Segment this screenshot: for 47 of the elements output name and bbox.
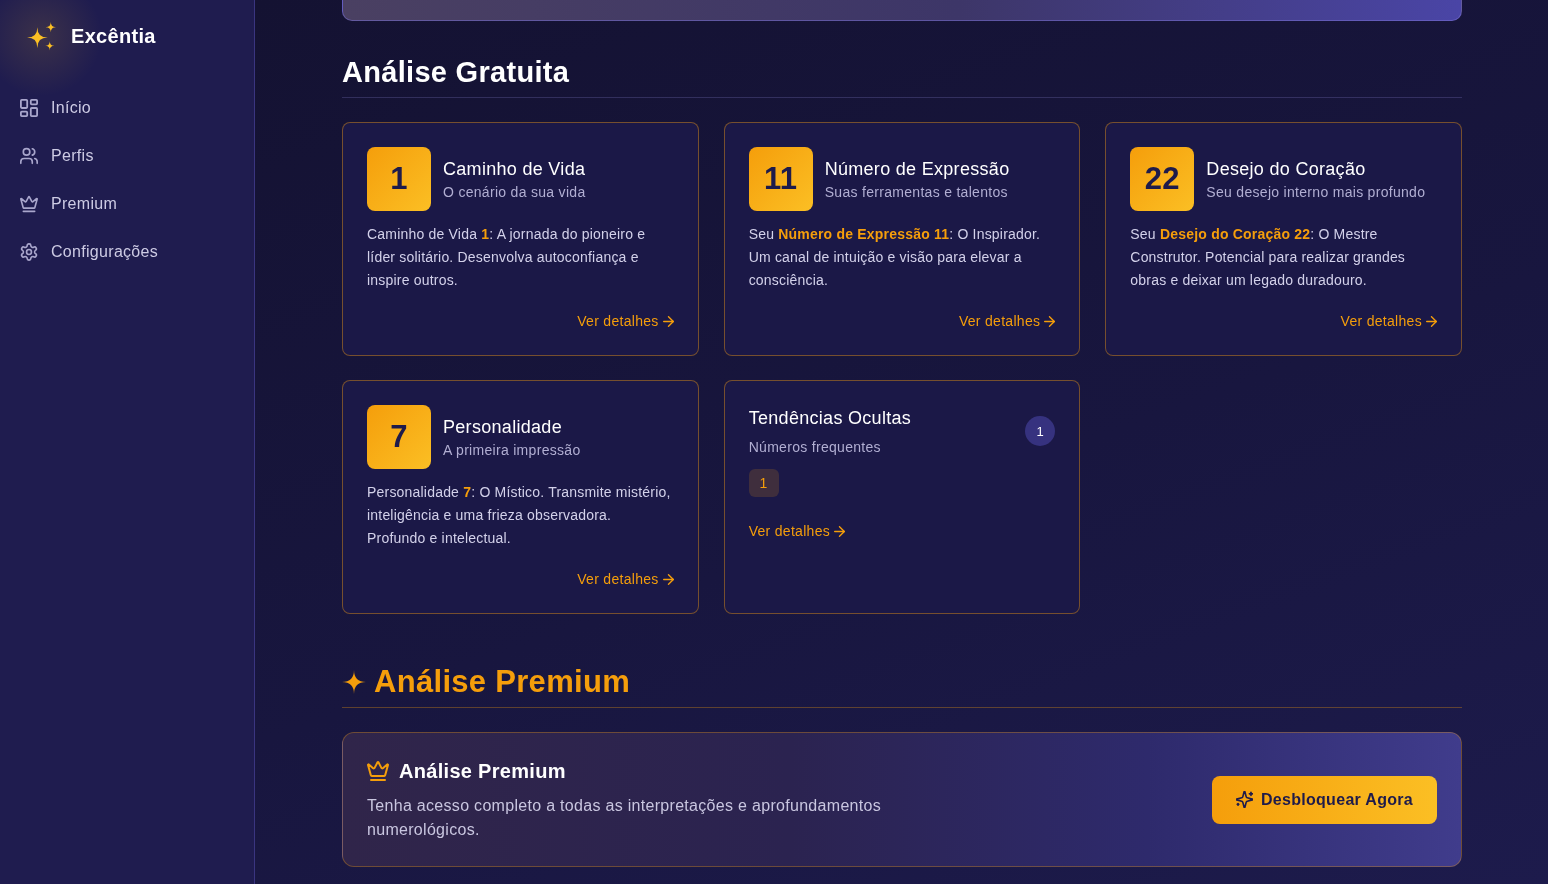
unlock-button[interactable]: Desbloquear Agora	[1211, 775, 1437, 824]
card-description: Caminho de Vida 1: A jornada do pioneiro e líder solitário. Desenvolva autoconfiança e inspire outros.	[367, 225, 647, 290]
card-title: Personalidade	[443, 416, 562, 439]
crown-icon	[20, 195, 38, 213]
details-link[interactable]: Ver detalhes	[1340, 311, 1437, 331]
nav-item[interactable]: Perfis	[20, 144, 94, 168]
number-tile: 22	[1130, 147, 1195, 211]
number-tile: 1	[367, 147, 431, 211]
card-subtitle: Suas ferramentas e talentos	[824, 183, 1008, 202]
settings-icon	[20, 243, 38, 261]
section-title: Análise Gratuita	[342, 55, 570, 89]
count-badge: 1	[1025, 416, 1056, 446]
sparkles-icon	[27, 21, 57, 51]
number-chip: 1	[748, 469, 779, 497]
card-description: Seu Desejo do Coração 22: O Mestre Construtor. Potencial para realizar grandes obras e deixar um legado duradouro.	[1130, 225, 1407, 290]
arrow-right-icon	[834, 525, 846, 537]
section-title: Análise Premium	[374, 665, 631, 699]
details-link[interactable]: Ver detalhes	[577, 569, 674, 589]
card-title: Número de Expressão	[824, 158, 1010, 181]
arrow-right-icon	[662, 315, 674, 327]
card-subtitle: Seu desejo interno mais profundo	[1206, 183, 1426, 202]
card-title: Tendências Ocultas	[748, 407, 912, 430]
dashboard-icon	[20, 99, 38, 117]
card-description: Personalidade 7: O Místico. Transmite mistério, inteligência e uma frieza observadora. Profundo e intelectual.	[367, 483, 672, 548]
premium-title: Análise Premium	[399, 759, 566, 784]
card-title: Desejo do Coração	[1206, 158, 1366, 181]
number-tile: 11	[748, 147, 813, 211]
brand-name: Excêntia	[71, 24, 156, 49]
arrow-right-icon	[662, 573, 674, 585]
number-tile: 7	[367, 405, 431, 469]
card-subtitle: O cenário da sua vida	[443, 183, 586, 202]
crown-icon	[367, 761, 389, 781]
users-icon	[20, 147, 38, 165]
card-title: Caminho de Vida	[443, 158, 586, 181]
card-description: Seu Número de Expressão 11: O Inspirador. Um canal de intuição e visão para elevar a consciência.	[748, 225, 1042, 290]
sparkles-icon	[1235, 791, 1253, 808]
details-link[interactable]: Ver detalhes	[958, 311, 1056, 331]
details-link[interactable]: Ver detalhes	[748, 521, 846, 541]
nav-item[interactable]: Início	[20, 96, 92, 120]
arrow-right-icon	[1426, 315, 1437, 327]
card-subtitle: A primeira impressão	[443, 441, 581, 460]
nav-item[interactable]: Premium	[20, 192, 118, 216]
premium-description: Tenha acesso completo a todas as interpretações e aprofundamentos numerológicos.	[367, 796, 883, 840]
nav-item[interactable]: Configurações	[20, 240, 159, 264]
details-link[interactable]: Ver detalhes	[577, 311, 674, 331]
arrow-right-icon	[1044, 315, 1056, 327]
card-subtitle: Números frequentes	[748, 438, 881, 457]
